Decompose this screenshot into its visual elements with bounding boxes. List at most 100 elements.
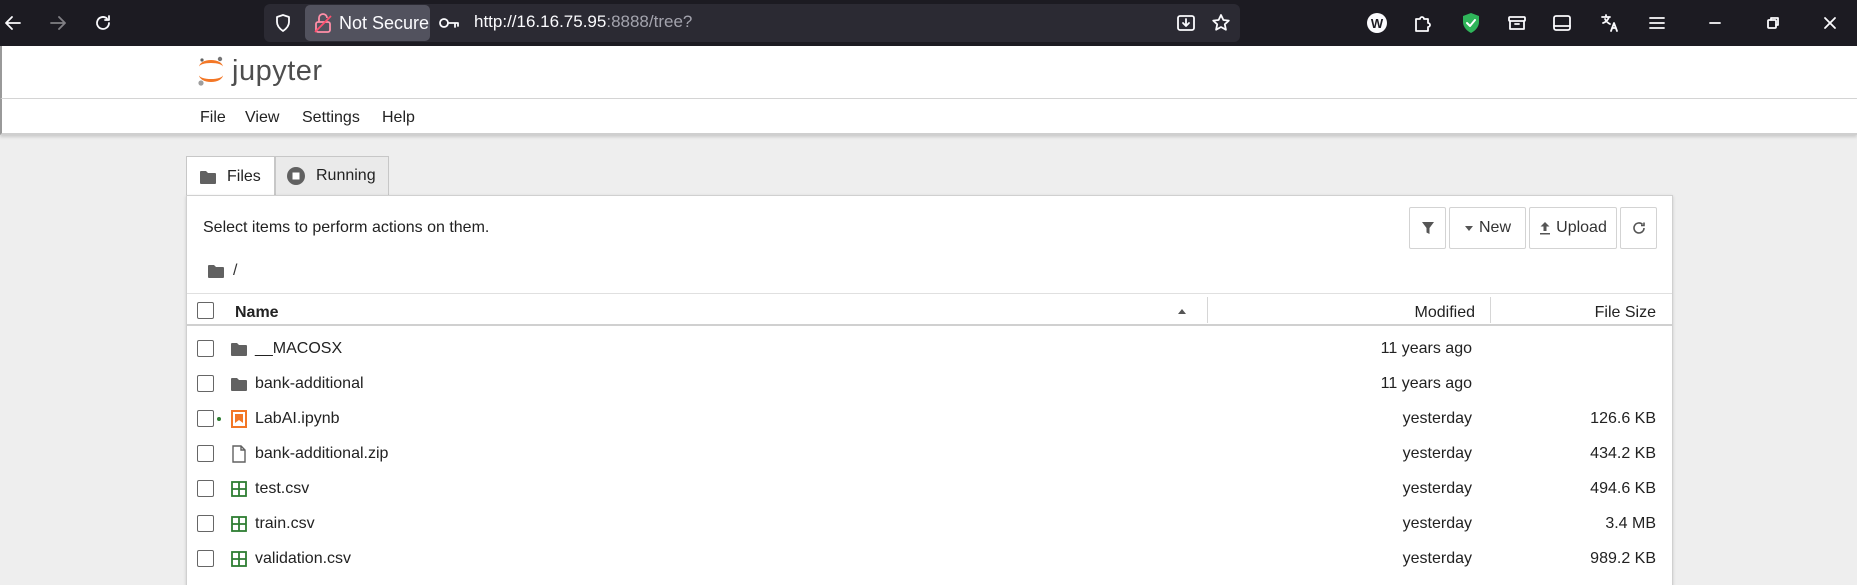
file-name[interactable]: __MACOSX xyxy=(255,340,342,358)
shield-icon[interactable] xyxy=(272,0,294,46)
minimize-window-icon[interactable] xyxy=(1700,0,1730,46)
restore-window-icon[interactable] xyxy=(1758,0,1788,46)
install-app-button[interactable] xyxy=(1173,0,1199,46)
extensions-puzzle-icon[interactable] xyxy=(1410,0,1434,46)
bookmark-star-button[interactable] xyxy=(1208,0,1234,46)
file-modified: yesterday xyxy=(1402,410,1472,427)
table-row[interactable]: bank-additional 11 years ago xyxy=(187,366,1672,401)
not-secure-badge[interactable]: Not Secure xyxy=(305,5,430,41)
upload-button[interactable]: Upload xyxy=(1529,207,1617,249)
key-icon[interactable] xyxy=(436,0,462,46)
translate-icon[interactable] xyxy=(1598,0,1622,46)
folder-icon xyxy=(200,170,216,184)
new-button[interactable]: New xyxy=(1449,207,1526,249)
broken-lock-icon xyxy=(314,13,332,33)
forward-arrow-icon xyxy=(50,16,66,30)
spreadsheet-icon xyxy=(229,479,249,499)
file-modified: yesterday xyxy=(1402,480,1472,497)
column-header-modified[interactable]: Modified xyxy=(1415,304,1475,322)
column-header-file-size[interactable]: File Size xyxy=(1595,304,1656,322)
notebook-icon xyxy=(229,409,249,429)
filter-button[interactable] xyxy=(1409,207,1446,249)
adblock-shield-icon[interactable] xyxy=(1459,0,1483,46)
tab-running-label: Running xyxy=(316,167,376,184)
row-checkbox[interactable] xyxy=(197,445,214,462)
reload-button[interactable] xyxy=(90,0,116,46)
breadcrumb: / xyxy=(207,262,237,280)
url-text[interactable]: http://16.16.75.95:8888/tree? xyxy=(474,12,692,32)
tab-files[interactable]: Files xyxy=(186,156,275,196)
file-modified: yesterday xyxy=(1402,515,1472,532)
file-size: 434.2 KB xyxy=(1590,445,1656,462)
file-size: 494.6 KB xyxy=(1590,480,1656,497)
menu-file[interactable]: File xyxy=(200,109,226,127)
sort-ascending-icon[interactable] xyxy=(1177,308,1187,314)
file-size: 3.4 MB xyxy=(1605,515,1656,532)
file-name[interactable]: validation.csv xyxy=(255,550,351,568)
reload-icon xyxy=(96,15,110,30)
column-header-name[interactable]: Name xyxy=(235,304,279,322)
row-checkbox[interactable] xyxy=(197,410,214,427)
table-row[interactable]: bank-additional.zip yesterday 434.2 KB xyxy=(187,436,1672,471)
tab-running[interactable]: Running xyxy=(275,156,389,195)
row-checkbox[interactable] xyxy=(197,515,214,532)
download-box-icon xyxy=(1177,15,1195,31)
row-checkbox[interactable] xyxy=(197,480,214,497)
table-row[interactable]: train.csv yesterday 3.4 MB xyxy=(187,506,1672,541)
upload-button-label: Upload xyxy=(1556,219,1607,236)
close-window-icon[interactable] xyxy=(1815,0,1845,46)
file-name[interactable]: bank-additional.zip xyxy=(255,445,388,463)
running-indicator xyxy=(217,417,221,421)
forward-button[interactable] xyxy=(45,0,71,46)
row-checkbox[interactable] xyxy=(197,340,214,357)
file-size: 126.6 KB xyxy=(1590,410,1656,427)
new-button-label: New xyxy=(1478,219,1511,236)
file-modified: yesterday xyxy=(1402,445,1472,462)
table-row[interactable]: LabAI.ipynb yesterday 126.6 KB xyxy=(187,401,1672,436)
tab-files-label: Files xyxy=(227,167,261,185)
jupyter-logo[interactable]: jupyter xyxy=(196,54,323,88)
browser-toolbar: Not Secure http://16.16.75.95:8888/tree?… xyxy=(0,0,1857,46)
file-browser-panel: Select items to perform actions on them.… xyxy=(186,195,1673,585)
file-name[interactable]: train.csv xyxy=(255,515,315,533)
row-checkbox[interactable] xyxy=(197,550,214,567)
jupyter-wordmark: jupyter xyxy=(232,54,323,87)
filter-funnel-icon xyxy=(1421,222,1434,234)
sidebar-icon[interactable] xyxy=(1550,0,1574,46)
file-name[interactable]: LabAI.ipynb xyxy=(255,410,340,428)
file-name[interactable]: test.csv xyxy=(255,480,309,498)
wikipedia-extension-icon[interactable]: W xyxy=(1365,0,1389,46)
table-row[interactable]: test.csv yesterday 494.6 KB xyxy=(187,471,1672,506)
spreadsheet-icon xyxy=(229,549,249,569)
refresh-button[interactable] xyxy=(1620,207,1657,249)
table-header: Name Modified File Size xyxy=(187,293,1672,326)
folder-icon xyxy=(229,339,249,359)
jupyter-header: jupyter xyxy=(0,46,1857,99)
folder-home-icon[interactable] xyxy=(207,263,225,279)
file-size: 989.2 KB xyxy=(1590,550,1656,567)
menu-help[interactable]: Help xyxy=(382,109,415,127)
select-all-checkbox[interactable] xyxy=(197,302,214,319)
not-secure-label: Not Secure xyxy=(339,12,430,33)
menu-hamburger-icon[interactable] xyxy=(1645,0,1669,46)
table-row[interactable]: validation.csv yesterday 989.2 KB xyxy=(187,541,1672,576)
url-path: :8888/tree? xyxy=(606,12,693,31)
container-tabs-icon[interactable] xyxy=(1505,0,1529,46)
file-name[interactable]: bank-additional xyxy=(255,375,364,393)
file-modified: yesterday xyxy=(1402,550,1472,567)
spreadsheet-icon xyxy=(229,514,249,534)
star-icon xyxy=(1212,14,1230,31)
selection-hint: Select items to perform actions on them. xyxy=(203,219,490,236)
menu-bar: File View Settings Help xyxy=(0,99,1857,135)
menu-view[interactable]: View xyxy=(245,109,279,127)
row-checkbox[interactable] xyxy=(197,375,214,392)
file-modified: 11 years ago xyxy=(1380,375,1472,392)
back-button[interactable] xyxy=(0,0,26,46)
file-icon xyxy=(229,444,249,464)
refresh-icon xyxy=(1632,222,1645,234)
column-separator[interactable] xyxy=(1207,297,1208,323)
menu-settings[interactable]: Settings xyxy=(302,109,360,127)
column-separator[interactable] xyxy=(1490,297,1491,323)
breadcrumb-path[interactable]: / xyxy=(233,262,237,280)
table-row[interactable]: __MACOSX 11 years ago xyxy=(187,331,1672,366)
